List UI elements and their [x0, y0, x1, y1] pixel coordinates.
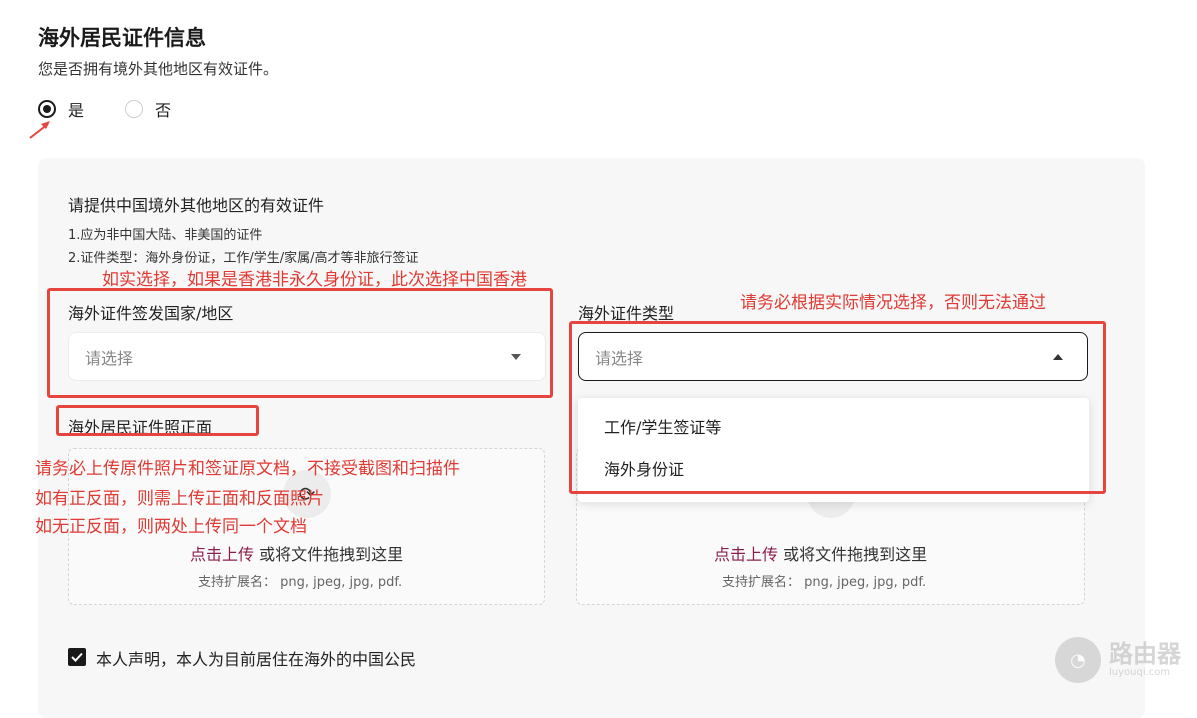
panel-note-1: 1.应为非中国大陆、非美国的证件: [68, 228, 263, 243]
radio-yes-label: 是: [68, 101, 85, 120]
annotation-upload-hint-1: 请务必上传原件照片和签证原文档，不接受截图和扫描件: [35, 459, 460, 479]
front-upload-instruction: 点击上传 或将文件拖拽到这里: [190, 541, 403, 565]
radio-no[interactable]: 否: [125, 98, 171, 120]
back-upload-ext: 支持扩展名： png, jpeg, jpg, pdf.: [722, 575, 927, 590]
watermark: ◔ 路由器 luyouqi.com: [1055, 637, 1181, 683]
check-icon: [71, 652, 83, 662]
annotation-country-hint: 如实选择，如果是香港非永久身份证，此次选择中国香港: [102, 270, 527, 290]
radio-yes[interactable]: 是: [38, 98, 84, 120]
section-question: 您是否拥有境外其他地区有效证件。: [38, 60, 279, 78]
router-logo-icon: ◔: [1055, 637, 1101, 683]
front-upload-link[interactable]: 点击上传: [190, 545, 254, 564]
watermark-name: 路由器: [1109, 640, 1181, 668]
declaration-text: 本人声明，本人为目前居住在海外的中国公民: [96, 650, 417, 669]
annotation-box-front-label: [56, 405, 259, 436]
front-upload-ext: 支持扩展名： png, jpeg, jpg, pdf.: [198, 575, 403, 590]
radio-selected-icon[interactable]: [38, 100, 56, 118]
annotation-box-country: [47, 288, 553, 398]
front-upload-drag-text: 或将文件拖拽到这里: [254, 545, 404, 564]
panel-heading: 请提供中国境外其他地区的有效证件: [68, 196, 325, 215]
radio-no-label: 否: [155, 101, 172, 120]
annotation-upload-hint-2: 如有正反面，则需上传正面和反面照片: [35, 489, 324, 509]
section-title: 海外居民证件信息: [38, 26, 206, 50]
back-upload-link[interactable]: 点击上传: [714, 545, 778, 564]
annotation-arrow-icon: [29, 121, 50, 139]
annotation-box-type: [569, 321, 1106, 494]
declaration-checkbox[interactable]: [68, 648, 86, 666]
annotation-type-hint: 请务必根据实际情况选择，否则无法通过: [740, 293, 1046, 313]
back-upload-instruction: 点击上传 或将文件拖拽到这里: [714, 541, 927, 565]
panel-note-2: 2.证件类型：海外身份证，工作/学生/家属/高才等非旅行签证: [68, 251, 419, 266]
radio-unselected-icon[interactable]: [125, 100, 143, 118]
annotation-upload-hint-3: 如无正反面，则两处上传同一个文档: [35, 517, 307, 537]
watermark-url: luyouqi.com: [1109, 667, 1171, 678]
back-upload-drag-text: 或将文件拖拽到这里: [778, 545, 928, 564]
